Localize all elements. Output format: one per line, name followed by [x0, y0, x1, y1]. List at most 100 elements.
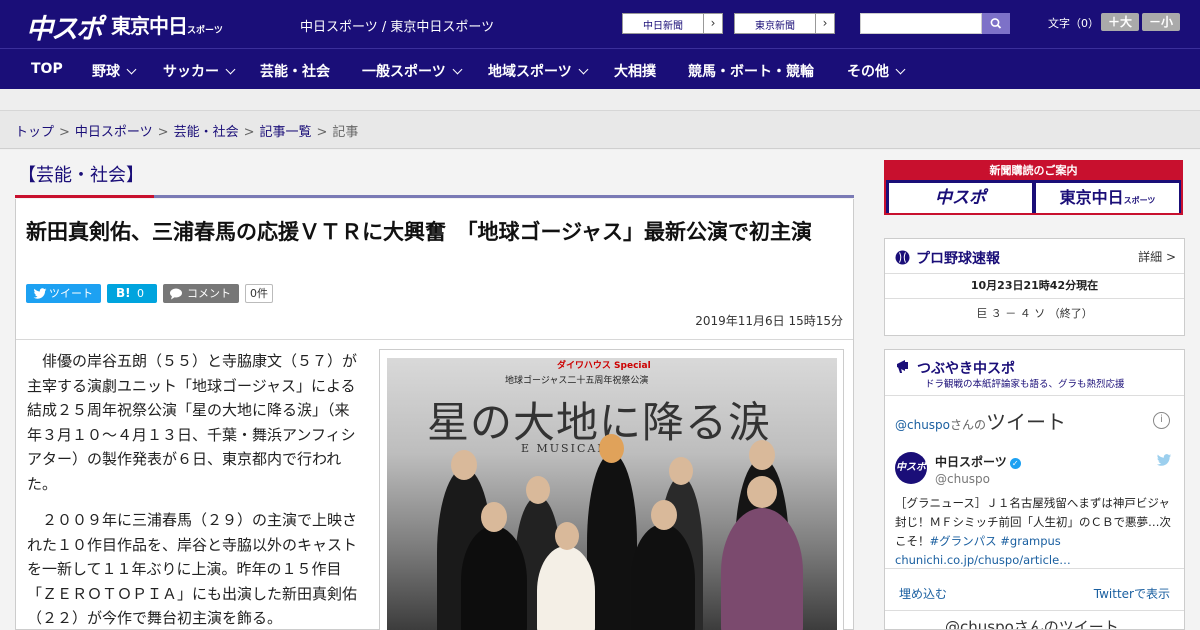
nav-others[interactable]: その他 — [847, 61, 906, 81]
cast-head — [526, 476, 550, 504]
baseball-detail-link[interactable]: 詳細 > — [1138, 248, 1176, 265]
tokyo-chunichi-logo[interactable]: 東京中日スポーツ — [111, 10, 223, 39]
subscription-ad[interactable]: 新聞購読のご案内 中スポ 東京中日スポーツ — [884, 160, 1183, 215]
embed-link[interactable]: 埋め込む — [899, 585, 947, 602]
tweet-button[interactable]: ツイート — [26, 284, 101, 303]
section-heading: 【芸能・社会】 — [15, 160, 854, 198]
twitter-bird-icon[interactable] — [1156, 454, 1172, 471]
tokyo-shimbun-link[interactable]: 東京新聞 › — [734, 13, 835, 34]
cast-head — [599, 434, 624, 463]
photo-subtitle-text: 地球ゴージャス二十五周年祝祭公演 — [505, 376, 649, 386]
ad-tokyo-logo-small: スポーツ — [1123, 196, 1156, 205]
article-body: 俳優の岸谷五朗（５５）と寺脇康文（５７）が主宰する演劇ユニット「地球ゴージャス」… — [27, 349, 362, 630]
divider — [885, 395, 1184, 396]
baseball-icon — [895, 250, 910, 265]
nav-label: 競馬・ボート・競輪 — [688, 64, 814, 80]
breadcrumb-sep: > — [157, 125, 169, 140]
timeline-handle-link[interactable]: @chuspo — [895, 418, 950, 432]
divider — [885, 610, 1184, 611]
tweets-subtitle: ドラ観戦の本紙評論家も語る、グラも熱烈応援 — [925, 379, 1125, 390]
chunichi-shimbun-label: 中日新聞 — [643, 21, 683, 32]
publish-date: 2019年11月6日 15時15分 — [695, 314, 843, 328]
cast-head — [749, 440, 775, 470]
nav-label: 大相撲 — [614, 64, 656, 80]
search-button[interactable] — [982, 13, 1010, 34]
article-headline: 新田真剣佑、三浦春馬の応援ＶＴＲに大興奮 「地球ゴージャス」最新公演で初主演 — [26, 220, 813, 244]
baseball-date: 10月23日21時42分現在 — [885, 273, 1184, 299]
photo-sponsor-text: ダイワハウス Special — [557, 361, 651, 371]
cast-figure — [537, 546, 595, 630]
breadcrumb-current: 記事 — [332, 125, 359, 140]
hatena-icon: B! — [116, 286, 131, 300]
baseball-score[interactable]: 巨 ３ － ４ ソ （終了） — [885, 305, 1184, 321]
font-larger-button[interactable]: ＋大 — [1101, 13, 1139, 31]
font-smaller-button[interactable]: －小 — [1142, 13, 1180, 31]
subscription-ad-title: 新聞購読のご案内 — [886, 162, 1181, 180]
avatar[interactable]: 中スポ — [895, 452, 927, 484]
photo-musical-text: E MUSICAL — [521, 442, 607, 455]
divider — [885, 568, 1184, 569]
baseball-title: プロ野球速報 — [916, 251, 1000, 267]
article-photo[interactable]: ダイワハウス Special 地球ゴージャス二十五周年祝祭公演 星の大地に降る涙… — [387, 358, 837, 630]
tweets-title: つぶやき中スポ — [917, 361, 1015, 377]
photo-title-text: 星の大地に降る涙 — [427, 398, 772, 447]
nav-sumo[interactable]: 大相撲 — [614, 61, 656, 81]
info-icon[interactable]: i — [1153, 412, 1170, 429]
nav-label: TOP — [31, 61, 63, 77]
cast-figure — [721, 508, 803, 630]
cast-head — [651, 500, 677, 530]
breadcrumb: トップ > 中日スポーツ > 芸能・社会 > 記事一覧 > 記事 — [0, 111, 1200, 149]
nav-label: 芸能・社会 — [260, 64, 330, 80]
tweet-author-handle[interactable]: @chuspo — [935, 472, 990, 486]
chevron-down-icon — [225, 64, 236, 75]
ad-chuspo-logo[interactable]: 中スポ — [889, 183, 1032, 213]
ad-tokyo-chunichi-logo[interactable]: 東京中日スポーツ — [1036, 183, 1179, 213]
verified-badge-icon: ✓ — [1009, 458, 1021, 469]
cast-figure — [461, 526, 527, 630]
search-icon — [990, 18, 1002, 29]
tweet-hashtags[interactable]: #グランパス #grampus — [930, 534, 1061, 548]
tokyo-shimbun-label: 東京新聞 — [755, 21, 795, 32]
tweet-author-name[interactable]: 中日スポーツ ✓ — [935, 453, 1021, 470]
speech-bubble-icon — [170, 288, 182, 300]
cast-head — [747, 476, 777, 508]
next-timeline-header: @chuspoさんのツイート — [945, 618, 1119, 630]
nav-racing[interactable]: 競馬・ボート・競輪 — [688, 61, 814, 81]
nav-baseball[interactable]: 野球 — [92, 61, 137, 81]
font-size-label: 文字（0） — [1048, 17, 1099, 30]
nav-entertainment[interactable]: 芸能・社会 — [260, 61, 330, 81]
search-input[interactable] — [860, 13, 982, 34]
nav-local-sports[interactable]: 地域スポーツ — [488, 61, 589, 81]
section-title: 【芸能・社会】 — [18, 165, 144, 186]
site-names: 中日スポーツ / 東京中日スポーツ — [300, 20, 495, 35]
chevron-down-icon — [452, 64, 463, 75]
article-paragraph: 俳優の岸谷五朗（５５）と寺脇康文（５７）が主宰する演劇ユニット「地球ゴージャス」… — [27, 352, 358, 493]
tweet-link[interactable]: chunichi.co.jp/chuspo/article… — [895, 553, 1071, 567]
chunichi-shimbun-link[interactable]: 中日新聞 › — [622, 13, 723, 34]
article-paragraph: ２００９年に三浦春馬（２９）の主演で上映された１０作目作品を、岸谷と寺脇以外のキ… — [27, 511, 358, 627]
breadcrumb-top[interactable]: トップ — [15, 125, 54, 140]
twitter-widget: つぶやき中スポ ドラ観戦の本紙評論家も語る、グラも熱烈応援 @chuspoさんの… — [884, 349, 1185, 630]
baseball-score-card: プロ野球速報 詳細 > 10月23日21時42分現在 巨 ３ － ４ ソ （終了… — [884, 238, 1185, 336]
nav-general-sports[interactable]: 一般スポーツ — [362, 61, 463, 81]
nav-soccer[interactable]: サッカー — [163, 61, 236, 81]
tweet-label: ツイート — [49, 287, 93, 300]
comment-button[interactable]: コメント — [163, 284, 239, 303]
chevron-down-icon — [895, 64, 906, 75]
timeline-heading: ツイート — [986, 410, 1067, 434]
view-on-twitter-link[interactable]: Twitterで表示 — [1094, 585, 1170, 602]
comment-count: 0件 — [245, 284, 273, 303]
hatena-bookmark-button[interactable]: B! 0 — [107, 284, 157, 303]
chuspo-logo[interactable]: 中スポ — [26, 7, 103, 46]
nav-top[interactable]: TOP — [31, 61, 63, 77]
cast-head — [481, 502, 507, 532]
megaphone-icon — [897, 360, 908, 373]
nav-label: その他 — [847, 64, 889, 80]
breadcrumb-chuspo[interactable]: 中日スポーツ — [75, 125, 153, 140]
breadcrumb-entertainment[interactable]: 芸能・社会 — [174, 125, 239, 140]
top-header: 中スポ 東京中日スポーツ 中日スポーツ / 東京中日スポーツ 中日新聞 › 東京… — [0, 0, 1200, 48]
tweet-text: ［グラニュース］Ｊ１名古屋残留へまずは神戸ビジャ封じ！ＭＦシミッチ前回「人生初」… — [895, 494, 1180, 570]
tokyo-logo-small: スポーツ — [187, 26, 223, 36]
breadcrumb-article-list[interactable]: 記事一覧 — [260, 125, 312, 140]
cast-head — [669, 457, 693, 485]
